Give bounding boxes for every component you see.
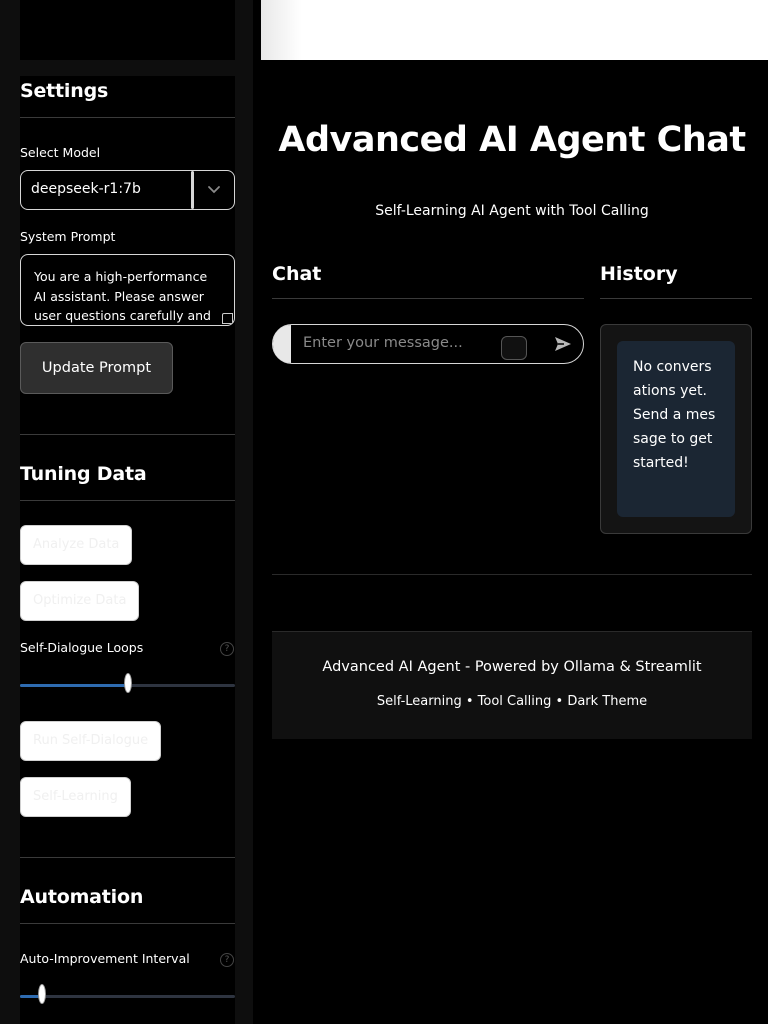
footer-line-2: Self-Learning • Tool Calling • Dark Them… (376, 694, 648, 709)
model-select[interactable]: deepseek-r1:7b (20, 170, 235, 210)
top-header-bar (261, 0, 768, 60)
page-subtitle: Self-Learning AI Agent with Tool Calling (375, 203, 649, 219)
model-select-value: deepseek-r1:7b (31, 181, 141, 197)
self-learning-button[interactable]: Self-Learning (20, 777, 131, 817)
settings-heading: Settings (20, 80, 109, 102)
footer-line-1: Advanced AI Agent - Powered by Ollama & … (322, 659, 702, 675)
system-prompt-textarea[interactable]: You are a high-performance AI assistant.… (20, 254, 235, 326)
help-icon[interactable]: ? (220, 642, 234, 656)
slider-fill (20, 684, 128, 687)
chat-input-placeholder: Enter your message... (303, 335, 463, 351)
help-icon[interactable]: ? (220, 953, 234, 967)
divider (20, 117, 235, 118)
run-self-dialogue-button[interactable]: Run Self-Dialogue (20, 721, 162, 761)
history-empty-message: No conversations yet. Send a message to … (617, 341, 735, 517)
automation-heading: Automation (20, 886, 144, 908)
divider (20, 434, 235, 435)
attach-toggle[interactable] (501, 336, 527, 360)
chat-input[interactable]: Enter your message... (272, 324, 584, 364)
select-divider (191, 171, 194, 209)
divider (20, 857, 235, 858)
interval-label: Auto-Improvement Interval (20, 951, 190, 966)
prompt-label: System Prompt (20, 229, 116, 244)
tuning-heading: Tuning Data (20, 463, 147, 485)
system-prompt-text: You are a high-performance AI assistant.… (34, 269, 211, 323)
divider (272, 298, 584, 299)
sidebar-header (20, 0, 235, 60)
divider (600, 298, 752, 299)
input-cap (273, 325, 291, 363)
footer: Advanced AI Agent - Powered by Ollama & … (272, 631, 752, 739)
slider-thumb[interactable] (38, 984, 46, 1004)
optimize-data-button[interactable]: Optimize Data (20, 581, 140, 621)
divider (20, 923, 235, 924)
divider (20, 500, 235, 501)
page-title: Advanced AI Agent Chat (278, 120, 746, 160)
update-prompt-button[interactable]: Update Prompt (20, 342, 173, 394)
loops-label: Self-Dialogue Loops (20, 640, 144, 655)
interval-slider[interactable] (20, 984, 235, 1004)
history-heading: History (600, 263, 678, 285)
chevron-down-icon[interactable] (205, 180, 223, 198)
history-panel: No conversations yet. Send a message to … (600, 324, 752, 534)
resize-handle-icon[interactable] (222, 313, 233, 324)
send-icon[interactable] (553, 334, 573, 354)
model-label: Select Model (20, 145, 101, 160)
analyze-data-button[interactable]: Analyze Data (20, 525, 133, 565)
slider-thumb[interactable] (124, 673, 132, 693)
divider (272, 574, 752, 575)
loops-slider[interactable] (20, 673, 235, 693)
chat-heading: Chat (272, 263, 322, 285)
